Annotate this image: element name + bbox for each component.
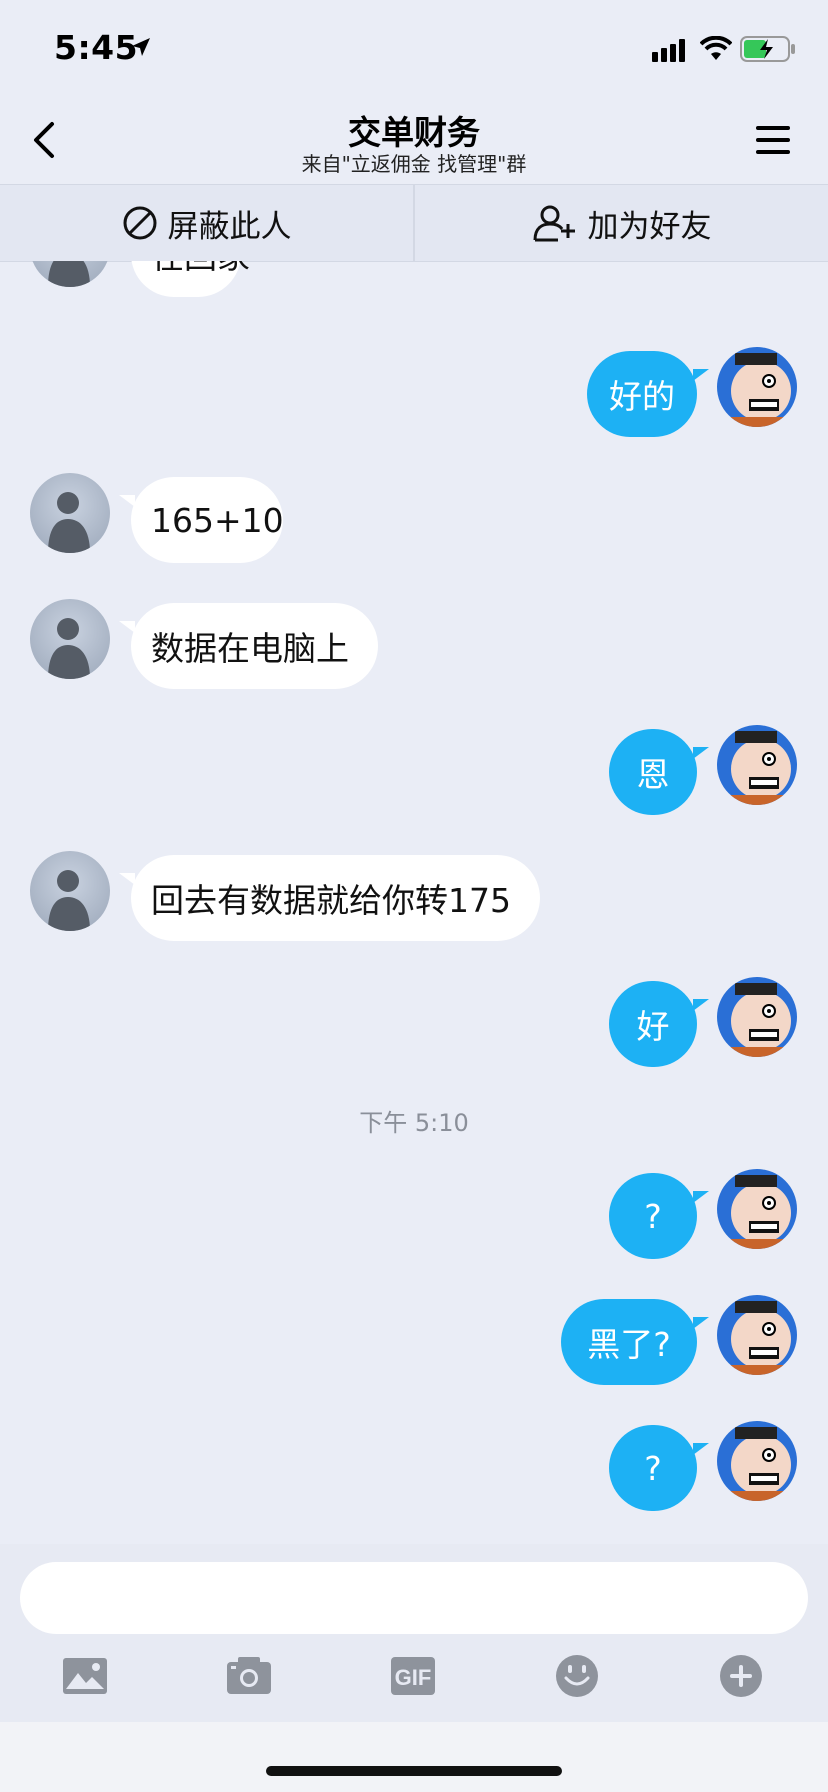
message-timestamp: 下午 5:10 — [359, 1109, 469, 1137]
message-text: 165+10 — [151, 500, 284, 540]
outgoing-message-bubble[interactable]: ? — [609, 1173, 709, 1259]
input-area: GIF — [0, 1544, 828, 1722]
outgoing-message-bubble[interactable]: 恩 — [609, 729, 709, 815]
message-input[interactable] — [20, 1562, 808, 1634]
outgoing-message-bubble[interactable]: 黑了? — [561, 1299, 709, 1385]
message-text: ? — [644, 1448, 662, 1488]
nav-bar: 交单财务 来自"立返佣金 找管理"群 — [0, 96, 828, 184]
more-button[interactable] — [713, 1648, 769, 1704]
menu-button[interactable] — [754, 124, 792, 156]
message-row: ? — [0, 1169, 828, 1263]
location-arrow-icon — [132, 38, 150, 56]
message-row: 在回家 — [0, 261, 828, 301]
contact-avatar[interactable] — [30, 261, 110, 287]
message-row: 回去有数据就给你转175 — [0, 851, 828, 945]
message-text: 在回家 — [151, 261, 250, 278]
person-silhouette-icon — [48, 492, 90, 553]
home-area — [0, 1722, 828, 1792]
action-bar: 屏蔽此人 加为好友 — [0, 184, 828, 262]
camera-button[interactable] — [221, 1648, 277, 1704]
emoji-button[interactable] — [549, 1648, 605, 1704]
message-row: 恩 — [0, 725, 828, 819]
block-user-label: 屏蔽此人 — [167, 208, 292, 245]
message-text: 数据在电脑上 — [151, 629, 349, 668]
message-text: 好的 — [609, 377, 675, 416]
wifi-icon — [700, 36, 732, 60]
cartoon-avatar-icon — [729, 983, 791, 1057]
battery-charging-icon — [740, 36, 795, 62]
cartoon-avatar-icon — [729, 1175, 791, 1249]
person-silhouette-icon — [48, 261, 90, 287]
status-bar: 5:45 — [0, 0, 828, 96]
incoming-message-bubble[interactable]: 在回家 — [131, 261, 250, 297]
message-row: 好的 — [0, 347, 828, 441]
gif-button[interactable]: GIF — [385, 1648, 441, 1704]
outgoing-message-bubble[interactable]: ? — [609, 1425, 709, 1511]
my-avatar[interactable] — [717, 1295, 797, 1375]
message-text: 回去有数据就给你转175 — [151, 881, 511, 920]
my-avatar[interactable] — [717, 1421, 797, 1501]
my-avatar[interactable] — [717, 347, 797, 427]
incoming-message-bubble[interactable]: 165+10 — [119, 477, 284, 563]
camera-icon — [227, 1657, 271, 1694]
chat-title: 交单财务 — [348, 113, 480, 152]
gif-icon: GIF — [391, 1657, 435, 1695]
outgoing-message-bubble[interactable]: 好 — [609, 981, 709, 1067]
status-time: 5:45 — [54, 28, 139, 67]
message-text: ? — [644, 1196, 662, 1236]
image-button[interactable] — [57, 1648, 113, 1704]
my-avatar[interactable] — [717, 725, 797, 805]
message-text: 黑了? — [587, 1325, 671, 1364]
contact-avatar[interactable] — [30, 473, 110, 553]
contact-avatar[interactable] — [30, 599, 110, 679]
message-text: 恩 — [636, 755, 670, 794]
message-row: ? — [0, 1421, 828, 1515]
add-friend-button[interactable]: 加为好友 — [415, 185, 828, 261]
contact-avatar[interactable] — [30, 851, 110, 931]
cartoon-avatar-icon — [729, 353, 791, 427]
message-row: 165+10 — [0, 473, 828, 567]
message-row: 数据在电脑上 — [0, 599, 828, 693]
svg-text:GIF: GIF — [395, 1665, 432, 1690]
cellular-signal-icon — [652, 39, 685, 62]
plus-icon — [720, 1655, 762, 1697]
chat-subtitle: 来自"立返佣金 找管理"群 — [301, 152, 527, 176]
incoming-message-bubble[interactable]: 数据在电脑上 — [119, 603, 378, 689]
message-text: 好 — [636, 1007, 670, 1046]
outgoing-message-bubble[interactable]: 好的 — [587, 351, 709, 437]
image-icon — [63, 1658, 107, 1694]
cartoon-avatar-icon — [729, 1427, 791, 1501]
incoming-message-bubble[interactable]: 回去有数据就给你转175 — [119, 855, 540, 941]
add-friend-icon — [533, 205, 575, 242]
block-icon — [123, 206, 156, 240]
cartoon-avatar-icon — [729, 731, 791, 805]
message-row: 黑了? — [0, 1295, 828, 1389]
person-silhouette-icon — [48, 618, 90, 679]
my-avatar[interactable] — [717, 1169, 797, 1249]
message-row: 好 — [0, 977, 828, 1071]
add-friend-label: 加为好友 — [587, 208, 712, 245]
chat-message-list[interactable]: 在回家 好的 165+10 数据在电脑上 恩 回去有数据就给你转175 好 — [0, 261, 828, 1544]
cartoon-avatar-icon — [729, 1301, 791, 1375]
person-silhouette-icon — [48, 870, 90, 931]
my-avatar[interactable] — [717, 977, 797, 1057]
home-indicator[interactable] — [266, 1766, 562, 1776]
block-user-button[interactable]: 屏蔽此人 — [0, 185, 413, 261]
emoji-icon — [556, 1655, 598, 1697]
